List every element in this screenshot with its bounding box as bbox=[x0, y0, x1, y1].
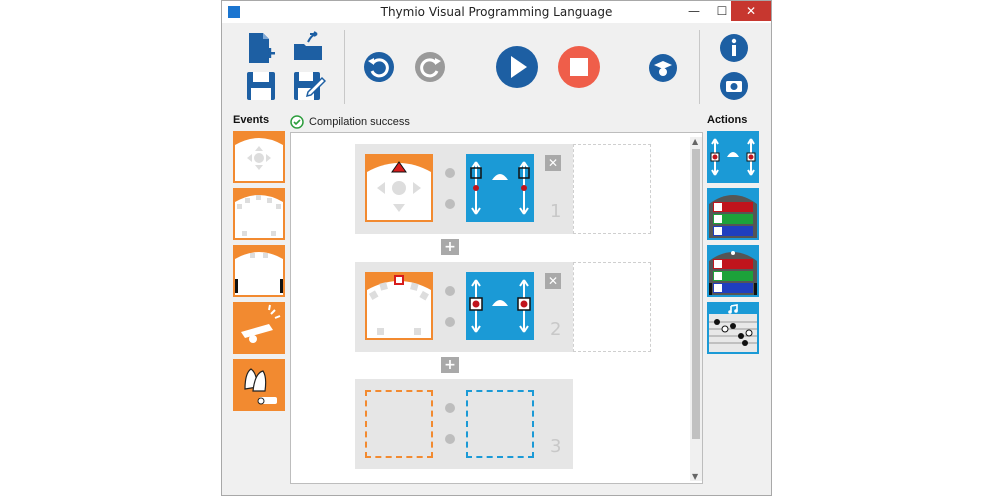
stop-icon[interactable] bbox=[557, 45, 601, 89]
save-as-icon[interactable] bbox=[290, 68, 326, 104]
save-icon[interactable] bbox=[243, 68, 279, 104]
event-clap-tile[interactable] bbox=[233, 359, 285, 411]
title-bar: Thymio Visual Programming Language — ☐ ✕ bbox=[222, 1, 771, 23]
new-file-icon[interactable] bbox=[243, 30, 279, 66]
event-buttons-tile[interactable] bbox=[233, 131, 285, 183]
pair-1-separator-dot-1 bbox=[445, 168, 455, 178]
open-folder-icon[interactable] bbox=[290, 30, 326, 66]
pair-1-separator-dot-2 bbox=[445, 199, 455, 209]
toolbar-separator-right bbox=[699, 30, 700, 104]
check-icon bbox=[290, 115, 304, 129]
action-music-tile[interactable] bbox=[707, 302, 759, 354]
screenshot-icon[interactable] bbox=[719, 71, 749, 101]
scroll-down-arrow[interactable]: ▼ bbox=[692, 472, 698, 481]
redo-icon[interactable] bbox=[412, 49, 448, 85]
close-button[interactable]: ✕ bbox=[731, 1, 771, 21]
pair-2-number: 2 bbox=[550, 319, 562, 340]
pair-3-number: 3 bbox=[550, 436, 562, 457]
compilation-status: Compilation success bbox=[309, 116, 410, 128]
pair-2-separator-dot-1 bbox=[445, 286, 455, 296]
actions-label: Actions bbox=[707, 114, 748, 126]
pair-2-separator-dot-2 bbox=[445, 317, 455, 327]
action-motors-tile[interactable] bbox=[707, 131, 759, 183]
action-top-color-tile[interactable] bbox=[707, 188, 759, 240]
scrollbar-thumb[interactable] bbox=[692, 149, 700, 439]
pair-1-event-buttons[interactable] bbox=[365, 154, 433, 222]
events-label: Events bbox=[233, 114, 270, 126]
undo-icon[interactable] bbox=[361, 49, 397, 85]
pair-3-empty-action-slot[interactable] bbox=[466, 390, 534, 458]
pair-3-separator-dot-2 bbox=[445, 434, 455, 444]
toolbar-separator bbox=[344, 30, 345, 104]
pair-2-remove-button[interactable]: ✕ bbox=[545, 273, 561, 289]
event-tap-tile[interactable] bbox=[233, 302, 285, 354]
pair-2-extra-slot[interactable] bbox=[573, 262, 651, 352]
add-pair-button-2[interactable]: + bbox=[441, 357, 459, 373]
add-pair-button-1[interactable]: + bbox=[441, 239, 459, 255]
pair-1-extra-slot[interactable] bbox=[573, 144, 651, 234]
advanced-mode-icon[interactable] bbox=[648, 53, 678, 83]
pair-2-action-motors[interactable] bbox=[466, 272, 534, 340]
pair-1-action-motors[interactable] bbox=[466, 154, 534, 222]
event-prox-front-tile[interactable] bbox=[233, 188, 285, 240]
action-bottom-color-tile[interactable] bbox=[707, 245, 759, 297]
info-icon[interactable] bbox=[719, 33, 749, 63]
pair-1-number: 1 bbox=[550, 201, 562, 222]
run-icon[interactable] bbox=[495, 45, 539, 89]
pair-1-remove-button[interactable]: ✕ bbox=[545, 155, 561, 171]
pair-3-empty-event-slot[interactable] bbox=[365, 390, 433, 458]
pair-2-event-prox-front[interactable] bbox=[365, 272, 433, 340]
scroll-up-arrow[interactable]: ▲ bbox=[692, 137, 698, 146]
pair-3-separator-dot-1 bbox=[445, 403, 455, 413]
event-prox-ground-tile[interactable] bbox=[233, 245, 285, 297]
minimize-button[interactable]: — bbox=[680, 1, 708, 21]
